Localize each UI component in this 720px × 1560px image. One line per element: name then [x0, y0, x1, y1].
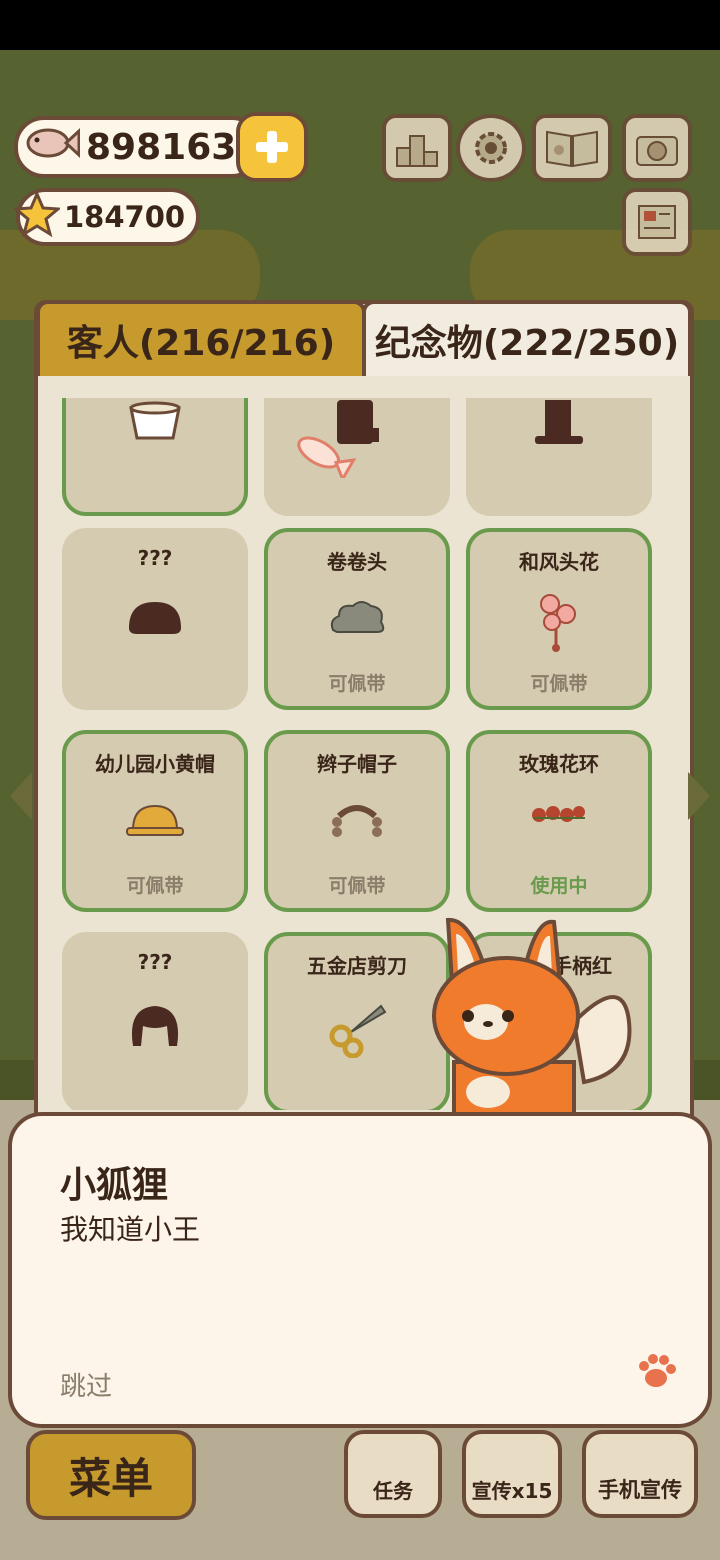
- souvenir-card[interactable]: [62, 398, 248, 516]
- souvenir-status: 可佩带: [328, 673, 386, 695]
- tab-guests-label: 客人(216/216): [66, 323, 336, 364]
- book-icon: [546, 130, 598, 168]
- souvenir-card[interactable]: 玫瑰花环 使用中: [466, 730, 652, 912]
- cup-icon: [125, 398, 185, 450]
- tab-souvenirs-label: 纪念物(222/250): [374, 323, 680, 364]
- phone-promo-button[interactable]: 手机宣传: [582, 1430, 698, 1518]
- souvenir-card[interactable]: 和风头花 可佩带: [466, 528, 652, 710]
- fox-character: [424, 912, 644, 1134]
- camera-icon: [636, 136, 678, 166]
- scissors-icon: [327, 1002, 387, 1062]
- dialog-text: 我知道小王: [60, 1213, 201, 1246]
- task-button[interactable]: 任务: [344, 1430, 442, 1518]
- souvenir-name: 幼儿园小黄帽: [95, 752, 215, 776]
- skip-button[interactable]: 跳过: [60, 1366, 112, 1403]
- star-count: 184700: [64, 200, 186, 234]
- promo-button[interactable]: 宣传x15: [462, 1430, 562, 1518]
- souvenir-name: 五金店剪刀: [307, 954, 407, 978]
- souvenir-card[interactable]: 幼儿园小黄帽 可佩带: [62, 730, 248, 912]
- curly-hair-icon: [327, 598, 387, 642]
- souvenir-card[interactable]: ???: [62, 932, 248, 1110]
- plus-icon: [256, 131, 288, 163]
- add-currency-button[interactable]: [236, 112, 308, 182]
- souvenir-card[interactable]: 辫子帽子 可佩带: [264, 730, 450, 912]
- fish-currency-pill: 8981636: [14, 116, 262, 178]
- menu-label: 菜单: [68, 1453, 153, 1503]
- flower-hairpin-icon: [534, 590, 584, 658]
- phone-promo-label: 手机宣传: [598, 1478, 682, 1502]
- souvenir-status: 可佩带: [530, 673, 588, 695]
- hair-silhouette-icon: [125, 598, 185, 642]
- top-hat-icon: [529, 398, 589, 452]
- souvenir-status: 可佩带: [126, 875, 184, 897]
- settings-button[interactable]: [456, 114, 526, 182]
- yellow-cap-icon: [125, 800, 185, 844]
- promo-label: 宣传x15: [471, 1479, 553, 1503]
- ranking-button[interactable]: [382, 114, 452, 182]
- souvenir-card[interactable]: ???: [62, 528, 248, 710]
- souvenir-name: ???: [137, 950, 173, 974]
- souvenir-status: 使用中: [530, 875, 588, 897]
- souvenir-name: 玫瑰花环: [519, 752, 599, 776]
- souvenir-card[interactable]: 五金店剪刀: [264, 932, 450, 1110]
- souvenir-card[interactable]: [466, 398, 652, 516]
- star-icon: [12, 189, 62, 244]
- star-currency-pill: 184700: [12, 188, 200, 246]
- braid-hat-icon: [327, 800, 387, 848]
- wig-silhouette-icon: [125, 1002, 185, 1054]
- souvenir-card[interactable]: 卷卷头 可佩带: [264, 528, 450, 710]
- task-label: 任务: [373, 1479, 413, 1503]
- menu-button[interactable]: 菜单: [26, 1430, 196, 1520]
- album-button[interactable]: [532, 114, 612, 182]
- dialog-speaker: 小狐狸: [60, 1165, 169, 1206]
- tab-guests[interactable]: 客人(216/216): [36, 300, 366, 376]
- paw-icon[interactable]: [636, 1352, 676, 1394]
- camera-button[interactable]: [622, 114, 692, 182]
- newspaper-icon: [638, 205, 676, 239]
- gear-icon: [475, 132, 507, 164]
- souvenir-status: 可佩带: [328, 875, 386, 897]
- souvenir-name: 辫子帽子: [317, 752, 397, 776]
- dialog-box[interactable]: 小狐狸 我知道小王 跳过: [8, 1112, 712, 1428]
- next-arrow-icon[interactable]: [688, 772, 710, 820]
- podium-icon: [396, 135, 438, 167]
- souvenir-name: ???: [137, 546, 173, 570]
- fish-icon: [24, 123, 81, 172]
- souvenir-name: 卷卷头: [327, 550, 387, 574]
- newspaper-button[interactable]: [622, 188, 692, 256]
- tab-souvenirs[interactable]: 纪念物(222/250): [362, 300, 692, 376]
- status-bar: [0, 0, 720, 50]
- souvenir-card[interactable]: [264, 398, 450, 516]
- prev-arrow-icon[interactable]: [10, 772, 32, 820]
- rose-wreath-icon: [529, 800, 589, 834]
- fish-icon: [290, 432, 357, 483]
- souvenir-name: 和风头花: [519, 550, 599, 574]
